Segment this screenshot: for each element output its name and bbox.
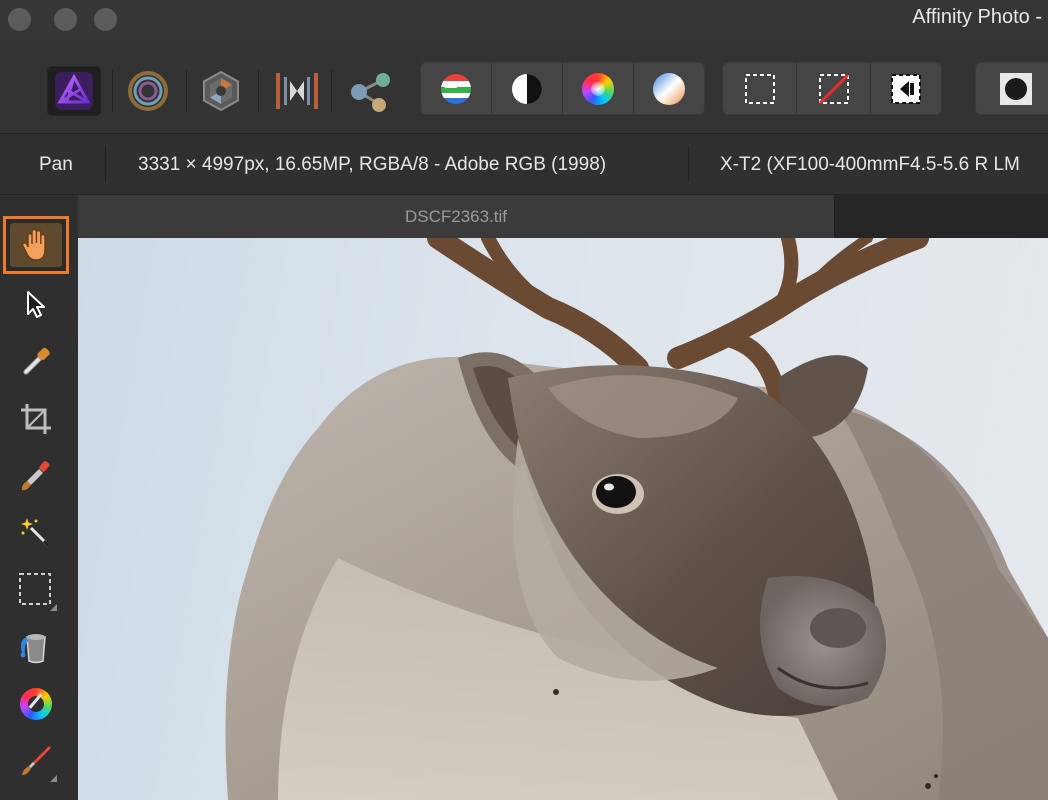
toolbar-separator — [258, 70, 259, 112]
document-tab-bar: DSCF2363.tif — [78, 195, 1048, 238]
selection-group — [722, 62, 942, 115]
crop-icon — [21, 404, 51, 434]
context-separator — [688, 146, 689, 182]
zoom-window-button[interactable] — [94, 8, 117, 31]
mask-group — [975, 62, 1048, 115]
current-tool-label: Pan — [39, 154, 73, 175]
gradient-tool[interactable] — [9, 677, 63, 731]
camera-info: X-T2 (XF100-400mmF4.5-5.6 R LM — [720, 154, 1020, 175]
auto-contrast-icon — [512, 73, 542, 104]
magic-wand-icon — [21, 518, 51, 548]
document-tab-label: DSCF2363.tif — [404, 206, 508, 226]
rectangular-marquee-tool[interactable] — [9, 563, 63, 617]
title-bar: Affinity Photo - — [0, 0, 1048, 40]
auto-colour-icon — [582, 72, 614, 105]
export-persona-button[interactable] — [343, 66, 397, 116]
toolbar-separator — [112, 70, 113, 112]
selection-brush-tool[interactable] — [9, 449, 63, 503]
main-toolbar — [0, 40, 1048, 133]
paint-brush-icon — [22, 746, 51, 775]
crop-tool[interactable] — [9, 392, 63, 446]
auto-adjust-group — [420, 62, 705, 115]
quick-mask-icon — [1000, 72, 1032, 105]
marquee-icon — [19, 573, 51, 605]
develop-aperture-icon — [203, 70, 239, 112]
minimize-window-button[interactable] — [54, 8, 77, 31]
auto-white-balance-icon — [653, 72, 685, 105]
toolbar-separator — [186, 70, 187, 112]
tone-mapping-persona-button[interactable] — [270, 66, 324, 116]
window-title: Affinity Photo - — [912, 6, 1042, 28]
liquify-rings-icon — [128, 71, 168, 111]
document-tab[interactable]: DSCF2363.tif — [78, 195, 835, 238]
auto-contrast-button[interactable] — [492, 63, 563, 114]
liquify-persona-button[interactable] — [121, 66, 175, 116]
colour-wheel-icon — [20, 688, 52, 720]
selection-brush-icon — [21, 461, 50, 491]
close-window-button[interactable] — [8, 8, 31, 31]
context-separator — [105, 146, 106, 182]
flood-fill-tool[interactable] — [9, 620, 63, 674]
move-tool[interactable] — [9, 278, 63, 332]
context-toolbar: Pan 3331 × 4997px, 16.65MP, RGBA/8 - Ado… — [0, 133, 1048, 195]
image-canvas[interactable] — [78, 238, 1048, 800]
colour-picker-tool[interactable] — [9, 335, 63, 389]
hand-icon — [21, 228, 46, 261]
tools-panel — [0, 195, 78, 800]
deselect-button[interactable] — [797, 63, 871, 114]
affinity-photo-triangle-icon — [55, 72, 93, 110]
flood-select-tool[interactable] — [9, 506, 63, 560]
develop-persona-button[interactable] — [194, 66, 248, 116]
auto-levels-icon — [441, 73, 471, 104]
select-all-button[interactable] — [723, 63, 797, 114]
invert-selection-button[interactable] — [871, 63, 941, 114]
invert-selection-icon — [891, 73, 921, 104]
auto-levels-button[interactable] — [421, 63, 492, 114]
photo-persona-button[interactable] — [47, 66, 101, 116]
document-info: 3331 × 4997px, 16.65MP, RGBA/8 - Adobe R… — [138, 154, 607, 175]
paint-brush-tool[interactable] — [9, 734, 63, 788]
select-all-icon — [744, 73, 775, 104]
paint-bucket-icon — [20, 634, 46, 664]
pan-tool-highlight — [10, 223, 62, 267]
quick-mask-button[interactable] — [976, 63, 1048, 114]
tool-flyout-indicator — [50, 604, 57, 611]
deselect-icon — [818, 73, 849, 104]
eyedropper-icon — [23, 347, 50, 375]
pointer-arrow-icon — [27, 291, 45, 318]
export-nodes-icon — [351, 73, 390, 112]
auto-white-balance-button[interactable] — [634, 63, 704, 114]
tool-flyout-indicator — [50, 775, 57, 782]
pan-tool[interactable] — [3, 216, 69, 274]
reindeer-photo — [225, 238, 1048, 800]
tone-mapping-icon — [276, 73, 318, 109]
toolbar-separator — [331, 70, 332, 112]
auto-colour-button[interactable] — [563, 63, 634, 114]
